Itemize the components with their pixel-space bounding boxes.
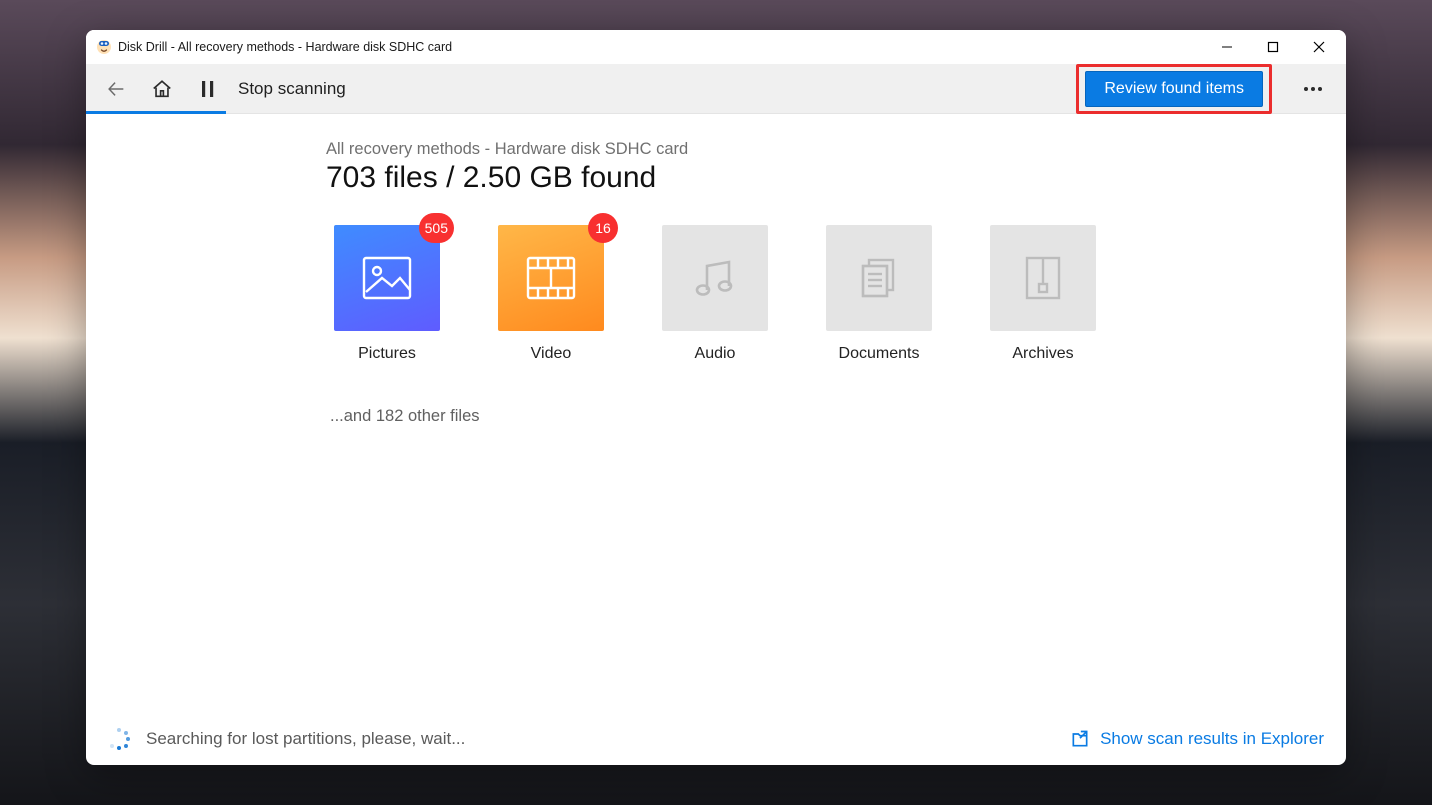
category-pictures[interactable]: 505 Pictures xyxy=(334,225,440,363)
category-row: 505 Pictures 16 Video xyxy=(334,225,1346,363)
category-documents[interactable]: Documents xyxy=(826,225,932,363)
scan-summary-headline: 703 files / 2.50 GB found xyxy=(326,161,1346,195)
pictures-label: Pictures xyxy=(334,345,440,363)
documents-label: Documents xyxy=(826,345,932,363)
documents-tile xyxy=(826,225,932,331)
category-video[interactable]: 16 Video xyxy=(498,225,604,363)
category-archives[interactable]: Archives xyxy=(990,225,1096,363)
back-button[interactable] xyxy=(100,73,132,105)
show-in-explorer-label: Show scan results in Explorer xyxy=(1100,729,1324,749)
app-window: Disk Drill - All recovery methods - Hard… xyxy=(86,30,1346,765)
app-icon xyxy=(96,39,112,55)
video-label: Video xyxy=(498,345,604,363)
audio-icon xyxy=(691,254,739,302)
pictures-badge: 505 xyxy=(419,213,454,243)
archives-label: Archives xyxy=(990,345,1096,363)
picture-icon xyxy=(362,256,412,300)
review-button-highlight: Review found items xyxy=(1076,64,1272,114)
show-in-explorer-link[interactable]: Show scan results in Explorer xyxy=(1070,729,1324,749)
minimize-button[interactable] xyxy=(1204,31,1250,63)
audio-label: Audio xyxy=(662,345,768,363)
video-icon xyxy=(526,256,576,300)
toolbar: Stop scanning Review found items xyxy=(86,64,1346,114)
open-external-icon xyxy=(1070,729,1090,749)
close-button[interactable] xyxy=(1296,31,1342,63)
more-options-button[interactable] xyxy=(1294,71,1332,107)
documents-icon xyxy=(855,254,903,302)
loading-spinner-icon xyxy=(108,728,130,750)
home-button[interactable] xyxy=(146,73,178,105)
video-badge: 16 xyxy=(588,213,618,243)
audio-tile xyxy=(662,225,768,331)
stop-scanning-label[interactable]: Stop scanning xyxy=(238,79,346,99)
maximize-button[interactable] xyxy=(1250,31,1296,63)
status-bar: Searching for lost partitions, please, w… xyxy=(86,711,1346,765)
category-audio[interactable]: Audio xyxy=(662,225,768,363)
review-found-items-button[interactable]: Review found items xyxy=(1085,71,1263,107)
archives-icon xyxy=(1023,254,1063,302)
archives-tile xyxy=(990,225,1096,331)
pause-button[interactable] xyxy=(192,73,224,105)
other-files-text: ...and 182 other files xyxy=(330,407,1346,426)
titlebar: Disk Drill - All recovery methods - Hard… xyxy=(86,30,1346,64)
window-title: Disk Drill - All recovery methods - Hard… xyxy=(118,40,452,54)
pictures-tile: 505 xyxy=(334,225,440,331)
main-content: All recovery methods - Hardware disk SDH… xyxy=(86,114,1346,711)
window-controls xyxy=(1204,31,1342,63)
status-text: Searching for lost partitions, please, w… xyxy=(146,729,465,749)
video-tile: 16 xyxy=(498,225,604,331)
breadcrumb: All recovery methods - Hardware disk SDH… xyxy=(326,140,1346,159)
